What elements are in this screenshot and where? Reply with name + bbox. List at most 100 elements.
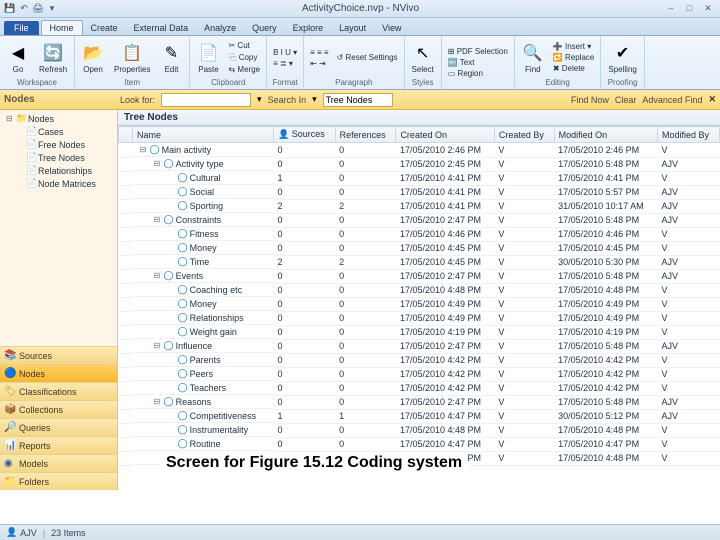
close-button[interactable]: ✕	[700, 3, 716, 14]
node-row[interactable]: ◯ Routine0017/05/2010 4:47 PMV17/05/2010…	[119, 437, 720, 451]
file-tab[interactable]: File	[4, 21, 39, 35]
save-icon[interactable]: 💾	[4, 3, 16, 15]
searchin-label: Search In	[268, 95, 307, 105]
nav-button-sources[interactable]: 📚Sources	[0, 346, 117, 364]
nav-item-relationships[interactable]: 📄Relationships	[2, 164, 115, 177]
col-references[interactable]: References	[335, 127, 396, 143]
node-row[interactable]: ⊟◯ Events0017/05/2010 2:47 PMV17/05/2010…	[119, 269, 720, 283]
nav-button-models[interactable]: ◉Models	[0, 454, 117, 472]
ribbon-item[interactable]: ⇤ ⇥	[308, 58, 330, 69]
paste-button[interactable]: 📄Paste	[194, 41, 222, 75]
tab-query[interactable]: Query	[244, 21, 285, 35]
nav-button-collections[interactable]: 📦Collections	[0, 400, 117, 418]
ribbon-item[interactable]: 🔤 Text	[446, 57, 510, 68]
expand-icon[interactable]: ⊟	[153, 159, 162, 168]
nav-button-nodes[interactable]: 🔵Nodes	[0, 364, 117, 382]
minimize-button[interactable]: –	[663, 3, 679, 13]
node-row[interactable]: ⊟◯ Reasons0017/05/2010 2:47 PMV17/05/201…	[119, 395, 720, 409]
edit-button[interactable]: ✎Edit	[157, 41, 185, 75]
expand-icon[interactable]: ⊟	[153, 215, 162, 224]
col-modified-on[interactable]: Modified On	[554, 127, 657, 143]
nav-item-cases[interactable]: 📄Cases	[2, 125, 115, 138]
clear-button[interactable]: Clear	[615, 95, 637, 105]
tab-layout[interactable]: Layout	[331, 21, 374, 35]
find-now-button[interactable]: Find Now	[571, 95, 609, 105]
tab-view[interactable]: View	[374, 21, 409, 35]
expand-icon[interactable]: ⊟	[6, 114, 14, 123]
ribbon-item[interactable]: ✂ Cut	[226, 40, 262, 51]
open-icon: 📂	[82, 42, 104, 64]
findbar-close-icon[interactable]: ✕	[708, 94, 716, 105]
node-row[interactable]: ⊟◯ Activity type0017/05/2010 2:45 PMV17/…	[119, 157, 720, 171]
spelling-button[interactable]: ✔Spelling	[605, 41, 639, 75]
status-items: 23 Items	[51, 528, 86, 538]
refresh-button[interactable]: 🔄Refresh	[36, 41, 70, 75]
node-row[interactable]: ◯ Relationships0017/05/2010 4:49 PMV17/0…	[119, 311, 720, 325]
ribbon-item[interactable]: ▭ Region	[446, 68, 510, 79]
tab-home[interactable]: Home	[41, 20, 83, 35]
tab-create[interactable]: Create	[83, 21, 126, 35]
node-row[interactable]: ◯ Time2217/05/2010 4:45 PMV30/05/2010 5:…	[119, 255, 720, 269]
ribbon-item[interactable]: ≡ ≡ ≡	[308, 47, 330, 58]
ribbon-item[interactable]: ✖ Delete	[551, 63, 597, 74]
nav-item-free-nodes[interactable]: 📄Free Nodes	[2, 138, 115, 151]
nav-button-folders[interactable]: 📁Folders	[0, 472, 117, 490]
node-row[interactable]: ◯ Sporting2217/05/2010 4:41 PMV31/05/201…	[119, 199, 720, 213]
go-button[interactable]: ◀Go	[4, 41, 32, 75]
node-row[interactable]: ◯ Fitness0017/05/2010 4:46 PMV17/05/2010…	[119, 227, 720, 241]
node-row[interactable]: ◯ Parents0017/05/2010 4:42 PMV17/05/2010…	[119, 353, 720, 367]
nav-button-classifications[interactable]: 🏷Classifications	[0, 382, 117, 400]
searchin-value[interactable]	[323, 93, 393, 107]
ribbon-item[interactable]: ⿻ Copy	[226, 51, 262, 64]
col-name[interactable]: Name	[133, 127, 274, 143]
ribbon-item[interactable]: ⇆ Merge	[226, 64, 262, 75]
tab-analyze[interactable]: Analyze	[196, 21, 244, 35]
col-modified-by[interactable]: Modified By	[658, 127, 720, 143]
col-sources[interactable]: 👤 Sources	[274, 127, 336, 143]
node-row[interactable]: ◯ Coaching etc0017/05/2010 4:48 PMV17/05…	[119, 283, 720, 297]
col-created-by[interactable]: Created By	[494, 127, 554, 143]
ribbon-item[interactable]: ➕ Insert ▾	[551, 41, 597, 52]
find-button[interactable]: 🔍Find	[519, 41, 547, 75]
advanced-find-button[interactable]: Advanced Find	[642, 95, 702, 105]
expand-icon[interactable]: ⊟	[139, 145, 148, 154]
node-row[interactable]: ◯ Social0017/05/2010 4:41 PMV17/05/2010 …	[119, 185, 720, 199]
nav-item-node-matrices[interactable]: 📄Node Matrices	[2, 177, 115, 190]
properties-button[interactable]: 📋Properties	[111, 41, 153, 75]
maximize-button[interactable]: □	[681, 3, 697, 13]
expand-icon[interactable]: ⊟	[153, 271, 162, 280]
select-button[interactable]: ↖Select	[409, 41, 437, 75]
nav-button-reports[interactable]: 📊Reports	[0, 436, 117, 454]
expand-icon[interactable]: ⊟	[153, 341, 162, 350]
node-row[interactable]: ⊟◯ Constraints0017/05/2010 2:47 PMV17/05…	[119, 213, 720, 227]
node-row[interactable]: ◯ Instrumentality0017/05/2010 4:48 PMV17…	[119, 423, 720, 437]
node-row[interactable]: ◯ Peers0017/05/2010 4:42 PMV17/05/2010 4…	[119, 367, 720, 381]
ribbon-item[interactable]: ≡ ≣ ▾	[271, 58, 299, 69]
node-row[interactable]: ⊟◯ Main activity0017/05/2010 2:46 PMV17/…	[119, 143, 720, 158]
nav-item-nodes[interactable]: ⊟📁Nodes	[2, 112, 115, 125]
ribbon-item[interactable]: ⊞ PDF Selection	[446, 46, 510, 57]
lookfor-input[interactable]	[161, 93, 251, 107]
undo-icon[interactable]: ↶	[18, 3, 30, 15]
node-row[interactable]: ◯ Money0017/05/2010 4:49 PMV17/05/2010 4…	[119, 297, 720, 311]
node-row[interactable]: ◯ Money0017/05/2010 4:45 PMV17/05/2010 4…	[119, 241, 720, 255]
col-created-on[interactable]: Created On	[396, 127, 494, 143]
node-row[interactable]: ◯ Teachers0017/05/2010 4:42 PMV17/05/201…	[119, 381, 720, 395]
print-icon[interactable]: 🖨	[32, 3, 44, 15]
searchin-dropdown-icon[interactable]: ▾	[312, 94, 317, 105]
node-row[interactable]: ◯ Weight gain0017/05/2010 4:19 PMV17/05/…	[119, 325, 720, 339]
node-row[interactable]: ◯ Competitiveness1117/05/2010 4:47 PMV30…	[119, 409, 720, 423]
tab-external-data[interactable]: External Data	[126, 21, 197, 35]
ribbon-item[interactable]: B I U ▾	[271, 47, 299, 58]
nav-button-queries[interactable]: 🔎Queries	[0, 418, 117, 436]
node-row[interactable]: ◯ Cultural1017/05/2010 4:41 PMV17/05/201…	[119, 171, 720, 185]
tab-explore[interactable]: Explore	[285, 21, 332, 35]
reset-settings-button[interactable]: ↺ Reset Settings	[335, 52, 400, 63]
ribbon-item[interactable]: 🔁 Replace	[551, 52, 597, 63]
open-button[interactable]: 📂Open	[79, 41, 107, 75]
expand-icon[interactable]: ⊟	[153, 397, 162, 406]
nav-item-tree-nodes[interactable]: 📄Tree Nodes	[2, 151, 115, 164]
qat-more-icon[interactable]: ▾	[46, 3, 58, 15]
node-row[interactable]: ⊟◯ Influence0017/05/2010 2:47 PMV17/05/2…	[119, 339, 720, 353]
lookfor-dropdown-icon[interactable]: ▾	[257, 94, 262, 105]
